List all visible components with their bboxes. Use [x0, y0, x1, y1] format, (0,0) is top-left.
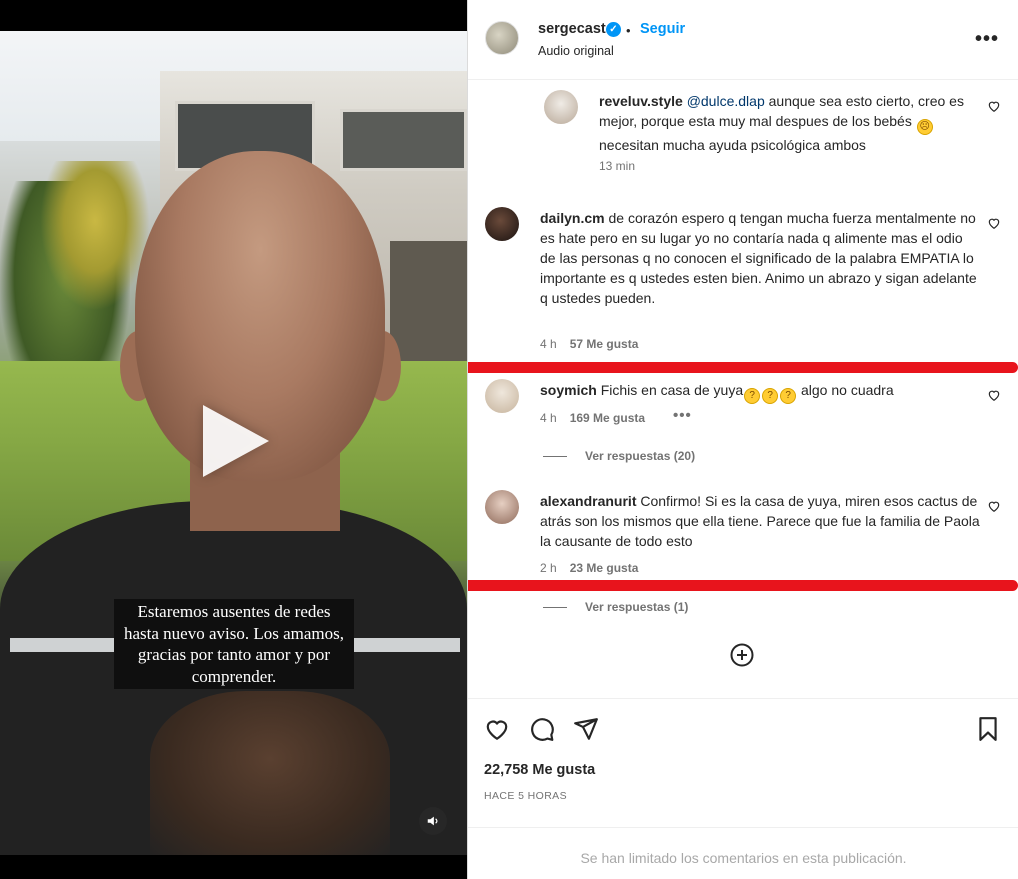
video-panel: Estaremos ausentes de redes hasta nuevo …: [0, 0, 467, 879]
heart-icon[interactable]: [987, 499, 1001, 513]
share-icon[interactable]: [573, 716, 599, 742]
avatar[interactable]: [485, 379, 519, 413]
comment-body: reveluv.style @dulce.dlap aunque sea est…: [599, 91, 979, 155]
comments-limited-notice: Se han limitado los comentarios en esta …: [468, 827, 1018, 879]
comment-username[interactable]: reveluv.style: [599, 93, 683, 109]
comment-likes[interactable]: 57 Me gusta: [570, 337, 639, 351]
comment-time[interactable]: 2 h: [540, 561, 557, 575]
comments-list[interactable]: reveluv.style @dulce.dlap aunque sea est…: [468, 81, 1018, 698]
view-replies-button[interactable]: Ver respuestas (1): [543, 600, 688, 614]
plus-circle-icon[interactable]: [730, 643, 754, 667]
thinking-face-emoji: ?: [744, 388, 761, 404]
speaker-icon[interactable]: [419, 807, 447, 835]
avatar[interactable]: [485, 207, 519, 241]
view-replies-label: Ver respuestas (1): [585, 600, 689, 614]
author-username[interactable]: sergecast: [538, 21, 606, 37]
annotation-red-line: [468, 362, 1018, 373]
comment-time[interactable]: 4 h: [540, 411, 557, 425]
view-replies-label: Ver respuestas (20): [585, 449, 696, 463]
comment-likes[interactable]: 23 Me gusta: [570, 561, 639, 575]
comment-body: soymich Fichis en casa de yuya??? algo n…: [540, 380, 980, 404]
more-options-icon[interactable]: •••: [975, 28, 999, 51]
replies-divider: [543, 607, 567, 609]
follow-button[interactable]: Seguir: [640, 21, 685, 37]
comment-username[interactable]: soymich: [540, 382, 597, 398]
heart-icon[interactable]: [987, 99, 1001, 113]
comment-icon[interactable]: [529, 716, 555, 742]
video-background-window: [340, 109, 467, 171]
post-side-panel: sergecast ✓ • Seguir Audio original ••• …: [467, 0, 1018, 879]
play-icon[interactable]: [203, 405, 269, 477]
bookmark-icon[interactable]: [975, 716, 1001, 742]
heart-icon[interactable]: [987, 216, 1001, 230]
comment-mention[interactable]: @dulce.dlap: [687, 93, 765, 109]
sad-face-emoji: ☹: [916, 119, 933, 135]
likes-count[interactable]: 22,758 Me gusta: [484, 762, 595, 778]
heart-icon[interactable]: [987, 388, 1001, 402]
post-header: sergecast ✓ • Seguir Audio original •••: [468, 0, 1018, 80]
thinking-face-emoji: ?: [762, 388, 779, 404]
video-caption: Estaremos ausentes de redes hasta nuevo …: [114, 599, 354, 689]
comment-text-tail: necesitan mucha ayuda psicológica ambos: [599, 137, 866, 153]
comment-username[interactable]: dailyn.cm: [540, 210, 605, 226]
comment-time[interactable]: 13 min: [599, 159, 635, 173]
comment-likes[interactable]: 169 Me gusta: [570, 411, 645, 425]
comment-time[interactable]: 4 h: [540, 337, 557, 351]
comment-username[interactable]: alexandranurit: [540, 493, 636, 509]
avatar[interactable]: [485, 21, 519, 55]
view-replies-button[interactable]: Ver respuestas (20): [543, 449, 695, 463]
avatar[interactable]: [544, 90, 578, 124]
comment-meta: 4 h 57 Me gusta: [540, 337, 638, 351]
heart-icon[interactable]: [484, 716, 510, 742]
post-timestamp[interactable]: HACE 5 HORAS: [484, 790, 567, 802]
thinking-face-emoji: ?: [780, 388, 797, 404]
video-background-door: [390, 241, 467, 361]
post-actions: 22,758 Me gusta HACE 5 HORAS Se han limi…: [468, 698, 1018, 878]
replies-divider: [543, 456, 567, 458]
comment-text: de corazón espero q tengan mucha fuerza …: [540, 210, 977, 306]
comment-meta: 13 min: [599, 159, 635, 173]
audio-label[interactable]: Audio original: [538, 44, 614, 58]
speaker-glyph: [427, 816, 438, 826]
avatar[interactable]: [485, 490, 519, 524]
comment-text-tail: algo no cuadra: [801, 382, 894, 398]
annotation-red-line: [468, 580, 1018, 591]
video-background-palm: [40, 161, 150, 311]
comment-meta: 4 h 169 Me gusta: [540, 411, 645, 425]
comment-body: dailyn.cm de corazón espero q tengan muc…: [540, 208, 980, 308]
comment-options-icon[interactable]: •••: [673, 407, 692, 424]
comment-meta: 2 h 23 Me gusta: [540, 561, 638, 575]
comment-body: alexandranurit Confirmo! Si es la casa d…: [540, 491, 980, 551]
video-person-shirt-print: [150, 691, 390, 855]
comment-text: Fichis en casa de yuya: [600, 382, 744, 398]
verified-badge-icon: ✓: [606, 22, 621, 37]
separator-dot: •: [626, 23, 631, 38]
